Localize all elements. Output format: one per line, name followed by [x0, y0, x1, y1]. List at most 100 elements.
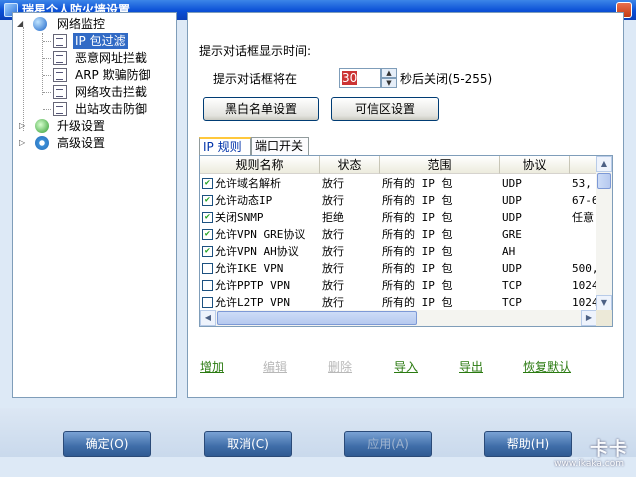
restore-default-link[interactable]: 恢复默认: [523, 358, 571, 375]
scroll-thumb[interactable]: [597, 173, 611, 189]
scroll-left-icon[interactable]: ◀: [200, 310, 216, 326]
page-icon: [53, 51, 67, 65]
tab-ip-rules[interactable]: IP 规则: [199, 137, 251, 155]
cancel-button[interactable]: 取消(C): [204, 431, 292, 457]
table-row[interactable]: ✔ 允许VPN GRE协议 放行 所有的 IP 包 GRE: [200, 226, 597, 243]
delete-link: 删除: [328, 360, 353, 374]
cell-protocol: AH: [502, 245, 516, 258]
rule-checkbox[interactable]: [202, 297, 213, 308]
page-icon: [53, 85, 67, 99]
settings-tree: ◢ 网络监控 IP 包过滤 恶意网址拦截 ARP 欺骗防御 网络攻击拦截 出站攻…: [12, 12, 177, 398]
edit-link: 编辑: [263, 360, 288, 374]
cell-status: 放行: [322, 194, 344, 207]
rule-checkbox[interactable]: ✔: [202, 229, 213, 240]
cell-status: 放行: [322, 177, 344, 190]
vertical-scrollbar[interactable]: ▲ ▼: [596, 156, 612, 311]
tree-label: 网络攻击拦截: [75, 85, 148, 99]
cell-name: 关闭SNMP: [215, 211, 264, 224]
cell-port: [572, 243, 597, 260]
rule-checkbox[interactable]: ✔: [202, 195, 213, 206]
cell-scope: 所有的 IP 包: [382, 194, 453, 207]
rule-checkbox[interactable]: ✔: [202, 178, 213, 189]
export-link[interactable]: 导出: [459, 358, 483, 375]
cell-protocol: GRE: [502, 228, 522, 241]
spin-up-icon[interactable]: ▲: [381, 68, 397, 78]
ok-button[interactable]: 确定(O): [63, 431, 151, 457]
page-icon: [53, 68, 67, 82]
cell-port: 1024: [572, 296, 597, 309]
import-link[interactable]: 导入: [394, 358, 418, 375]
table-row[interactable]: ✔ 允许动态IP 放行 所有的 IP 包 UDP 67-6: [200, 192, 597, 209]
cell-scope: 所有的 IP 包: [382, 296, 453, 309]
blacklist-button[interactable]: 黑白名单设置: [203, 97, 319, 121]
tab-port-switch[interactable]: 端口开关: [251, 137, 309, 155]
prompt-label: 提示对话框将在: [213, 72, 298, 86]
trusted-zone-button[interactable]: 可信区设置: [331, 97, 439, 121]
column-header[interactable]: 范围: [380, 156, 500, 174]
page-icon: [53, 34, 67, 48]
horizontal-scrollbar[interactable]: ◀ ▶: [200, 310, 597, 326]
tree-label: 出站攻击防御: [75, 102, 148, 116]
cell-scope: 所有的 IP 包: [382, 245, 453, 258]
expand-icon[interactable]: ▷: [19, 139, 28, 148]
cell-name: 允许IKE VPN: [215, 262, 284, 275]
add-link[interactable]: 增加: [200, 358, 224, 375]
cell-port: 500,: [572, 262, 597, 275]
tree-label: 网络监控: [57, 17, 106, 31]
scroll-thumb[interactable]: [217, 311, 417, 325]
table-row[interactable]: ✔ 允许域名解析 放行 所有的 IP 包 UDP 53,: [200, 175, 597, 192]
cell-scope: 所有的 IP 包: [382, 228, 453, 241]
cell-protocol: UDP: [502, 262, 522, 275]
cell-status: 放行: [322, 279, 344, 292]
spin-down-icon[interactable]: ▼: [381, 78, 397, 88]
tree-label: ARP 欺骗防御: [75, 68, 151, 82]
cell-scope: 所有的 IP 包: [382, 211, 453, 224]
rule-checkbox[interactable]: [202, 280, 213, 291]
table-row[interactable]: ✔ 关闭SNMP 拒绝 所有的 IP 包 UDP 任意: [200, 209, 597, 226]
prompt-seconds-stepper[interactable]: ▲ ▼: [381, 68, 397, 88]
rule-checkbox[interactable]: ✔: [202, 212, 213, 223]
prompt-seconds-input[interactable]: 30: [339, 68, 381, 88]
scroll-up-icon[interactable]: ▲: [596, 156, 612, 172]
cell-port: 1024: [572, 279, 597, 292]
cell-name: 允许动态IP: [215, 194, 273, 207]
cell-name: 允许VPN AH协议: [215, 245, 299, 258]
rule-checkbox[interactable]: [202, 263, 213, 274]
watermark-url: www.ikaka.com: [554, 459, 624, 469]
gear-icon: [35, 136, 49, 150]
cell-status: 放行: [322, 296, 344, 309]
table-row[interactable]: ✔ 允许VPN AH协议 放行 所有的 IP 包 AH: [200, 243, 597, 260]
column-header[interactable]: 规则名称: [200, 156, 320, 174]
cell-port: [572, 226, 597, 243]
table-header: 规则名称 状态 范围 协议: [200, 156, 597, 174]
tree-label: 恶意网址拦截: [75, 51, 148, 65]
cell-protocol: UDP: [502, 177, 522, 190]
rule-checkbox[interactable]: ✔: [202, 246, 213, 257]
column-header[interactable]: 状态: [320, 156, 380, 174]
table-row[interactable]: 允许L2TP VPN 放行 所有的 IP 包 TCP 1024: [200, 294, 597, 311]
cell-name: 允许PPTP VPN: [215, 279, 290, 292]
scroll-right-icon[interactable]: ▶: [581, 310, 597, 326]
cell-name: 允许L2TP VPN: [215, 296, 290, 309]
scroll-down-icon[interactable]: ▼: [596, 295, 612, 311]
shield-icon: [35, 119, 49, 133]
apply-button: 应用(A): [344, 431, 432, 457]
globe-icon: [33, 17, 47, 31]
table-row[interactable]: 允许IKE VPN 放行 所有的 IP 包 UDP 500,: [200, 260, 597, 277]
collapse-icon[interactable]: ◢: [17, 20, 26, 29]
cell-protocol: TCP: [502, 279, 522, 292]
cell-status: 放行: [322, 228, 344, 241]
cell-name: 允许VPN GRE协议: [215, 228, 306, 241]
column-header[interactable]: [570, 156, 597, 174]
prompt-header: 提示对话框显示时间:: [199, 44, 312, 58]
cell-port: 任意: [572, 211, 594, 224]
tree-label: IP 包过滤: [73, 33, 128, 49]
cell-name: 允许域名解析: [215, 177, 281, 190]
cell-status: 拒绝: [322, 211, 344, 224]
cell-status: 放行: [322, 245, 344, 258]
table-row[interactable]: 允许PPTP VPN 放行 所有的 IP 包 TCP 1024: [200, 277, 597, 294]
cell-protocol: UDP: [502, 211, 522, 224]
prompt-suffix: 秒后关闭(5-255): [400, 72, 493, 86]
expand-icon[interactable]: ▷: [19, 122, 28, 131]
column-header[interactable]: 协议: [500, 156, 570, 174]
